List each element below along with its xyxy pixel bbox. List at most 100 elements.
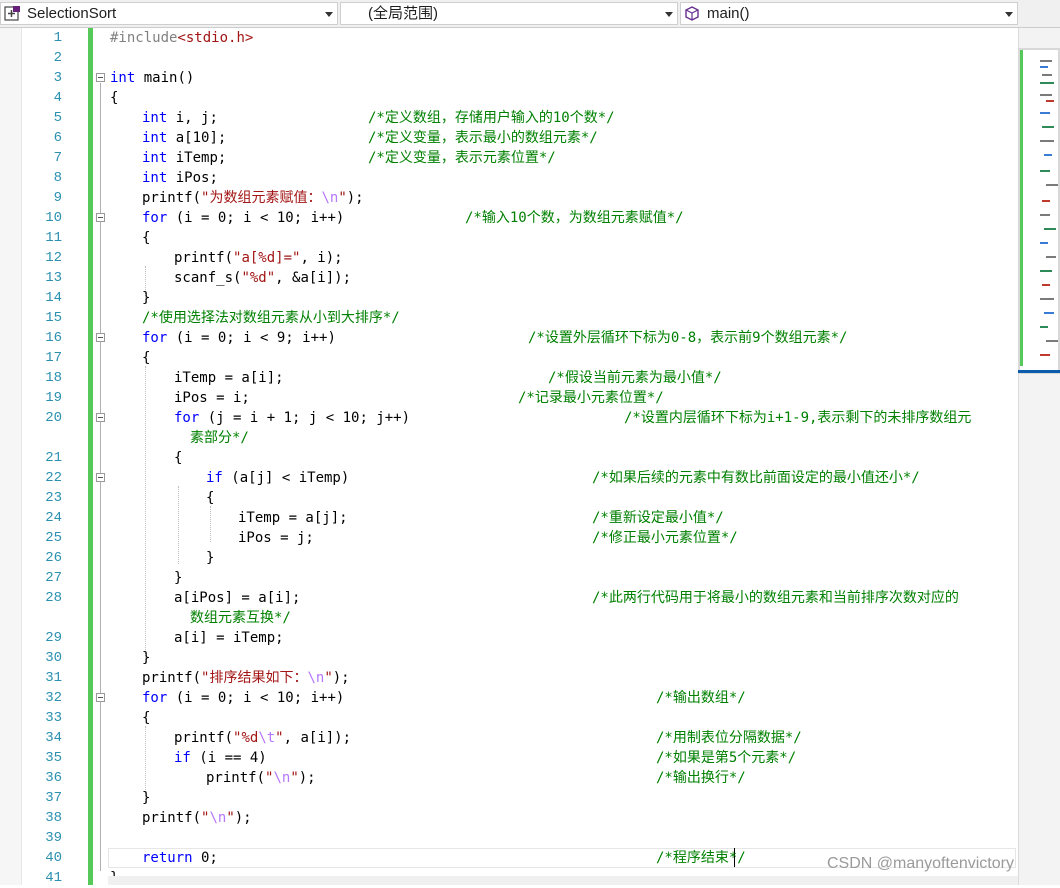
line-number: 1 bbox=[53, 30, 62, 46]
code-line-31[interactable]: printf("排序结果如下：\n"); bbox=[142, 668, 350, 688]
code-line-8[interactable]: int iPos; bbox=[142, 168, 218, 188]
code-line-5[interactable]: int i, j; bbox=[142, 108, 218, 128]
code-line-28[interactable]: a[iPos] = a[i]; bbox=[174, 588, 300, 608]
code-line-9[interactable]: printf("为数组元素赋值：\n"); bbox=[142, 188, 364, 208]
code-line-15[interactable]: /*使用选择法对数组元素从小到大排序*/ bbox=[142, 308, 400, 328]
code-line-17[interactable]: { bbox=[142, 348, 150, 368]
code-text: } bbox=[142, 790, 151, 806]
split-button[interactable] bbox=[1018, 2, 1060, 25]
keyword: for bbox=[142, 330, 168, 346]
project-dropdown[interactable]: SelectionSort bbox=[0, 2, 338, 25]
code-text: , a[i]); bbox=[283, 730, 352, 746]
line-number: 23 bbox=[45, 490, 62, 506]
code-editor[interactable]: 1 2 3 4 5 6 7 8 9 10 11 12 13 14 15 16 17 18 19 20 21 22 23 24 2… bbox=[0, 28, 1018, 886]
code-comment: /*输出数组*/ bbox=[656, 690, 746, 706]
code-line-16[interactable]: for (i = 0; i < 9; i++) bbox=[142, 328, 336, 348]
code-line-24[interactable]: iTemp = a[j]; bbox=[238, 508, 348, 528]
map-code-mark bbox=[1040, 270, 1052, 272]
code-line-14[interactable]: } bbox=[142, 288, 150, 308]
code-line-1[interactable]: #include<stdio.h> bbox=[110, 28, 253, 48]
map-code-mark bbox=[1040, 326, 1048, 328]
code-text: { bbox=[110, 90, 119, 106]
watermark: CSDN @manyoftenvictory bbox=[827, 855, 1014, 872]
code-line-32[interactable]: for (i = 0; i < 10; i++) bbox=[142, 688, 344, 708]
code-line-13[interactable]: scanf_s("%d", &a[i]); bbox=[174, 268, 351, 288]
horizontal-scrollbar[interactable] bbox=[108, 876, 1018, 885]
code-comment: /*定义数组，存储用户输入的10个数*/ bbox=[368, 110, 615, 126]
code-line-30[interactable]: } bbox=[142, 648, 150, 668]
code-line-10[interactable]: for (i = 0; i < 10; i++) bbox=[142, 208, 344, 228]
chevron-down-icon[interactable] bbox=[325, 12, 333, 17]
code-text: (i = 0; i < 10; i++) bbox=[167, 690, 345, 706]
code-text: { bbox=[174, 450, 183, 466]
code-line-36[interactable]: printf("\n"); bbox=[206, 768, 316, 788]
selection-margin[interactable] bbox=[0, 28, 22, 885]
indent-guide bbox=[210, 506, 211, 542]
scrollbar-map-thumb[interactable] bbox=[1018, 48, 1060, 374]
code-line-22[interactable]: if (a[j] < iTemp) bbox=[206, 468, 349, 488]
scope-dropdown[interactable]: (全局范围) bbox=[340, 2, 678, 25]
chevron-down-icon[interactable] bbox=[1005, 12, 1013, 17]
keyword: if bbox=[206, 470, 223, 486]
code-line-21[interactable]: { bbox=[174, 448, 182, 468]
code-text: printf( bbox=[142, 190, 202, 206]
code-line-18[interactable]: iTemp = a[i]; bbox=[174, 368, 284, 388]
line-number: 2 bbox=[53, 50, 62, 66]
code-line-11[interactable]: { bbox=[142, 228, 150, 248]
code-text: a[10]; bbox=[167, 130, 227, 146]
code-text: printf( bbox=[142, 810, 202, 826]
code-line-19[interactable]: iPos = i; bbox=[174, 388, 250, 408]
code-line-26[interactable]: } bbox=[206, 548, 214, 568]
code-line-33[interactable]: { bbox=[142, 708, 150, 728]
line-number: 5 bbox=[53, 110, 62, 126]
map-code-mark bbox=[1042, 284, 1050, 286]
code-comment: /*修正最小元素位置*/ bbox=[592, 530, 738, 546]
code-comment-wrap: 数组元素互换*/ bbox=[190, 610, 291, 626]
line-number: 9 bbox=[53, 190, 62, 206]
line-number: 25 bbox=[45, 530, 62, 546]
member-dropdown[interactable]: main() bbox=[680, 2, 1018, 25]
code-comment: /*定义变量，表示最小的数组元素*/ bbox=[368, 130, 598, 146]
collapse-for-icon[interactable] bbox=[96, 213, 105, 222]
code-line-40[interactable]: return 0; bbox=[142, 848, 218, 868]
line-number: 14 bbox=[45, 290, 62, 306]
collapse-for-icon[interactable] bbox=[96, 333, 105, 342]
line-number: 7 bbox=[53, 150, 62, 166]
code-line-25[interactable]: iPos = j; bbox=[238, 528, 314, 548]
indent-guide bbox=[178, 486, 179, 564]
collapse-if-icon[interactable] bbox=[96, 473, 105, 482]
code-line-29[interactable]: a[i] = iTemp; bbox=[174, 628, 284, 648]
code-comment: /*设置外层循环下标为0-8，表示前9个数组元素*/ bbox=[528, 330, 848, 346]
code-line-37[interactable]: } bbox=[142, 788, 150, 808]
keyword: if bbox=[174, 750, 191, 766]
member-label: main() bbox=[707, 5, 750, 22]
code-comment: /*设置内层循环下标为i+1-9,表示剩下的未排序数组元 bbox=[624, 410, 972, 426]
code-line-12[interactable]: printf("a[%d]=", i); bbox=[174, 248, 343, 268]
code-text: printf( bbox=[174, 250, 234, 266]
code-line-38[interactable]: printf("\n"); bbox=[142, 808, 252, 828]
keyword: for bbox=[142, 210, 168, 226]
string-literal: "排序结果如下： bbox=[201, 670, 308, 686]
collapse-for-icon[interactable] bbox=[96, 693, 105, 702]
keyword: int bbox=[142, 170, 168, 186]
code-line-3[interactable]: int main() bbox=[110, 68, 194, 88]
code-line-7[interactable]: int iTemp; bbox=[142, 148, 226, 168]
preprocessor-directive: #include bbox=[110, 30, 178, 46]
code-line-20[interactable]: for (j = i + 1; j < 10; j++) bbox=[174, 408, 410, 428]
code-comment-wrap: 素部分*/ bbox=[190, 430, 249, 446]
escape-sequence: \n bbox=[209, 810, 227, 826]
code-line-23[interactable]: { bbox=[206, 488, 214, 508]
keyword: int bbox=[142, 130, 168, 146]
map-code-mark bbox=[1040, 94, 1052, 96]
project-icon bbox=[4, 6, 20, 21]
code-line-6[interactable]: int a[10]; bbox=[142, 128, 226, 148]
collapse-main-icon[interactable] bbox=[96, 73, 105, 82]
code-line-4[interactable]: { bbox=[110, 88, 118, 108]
line-number: 29 bbox=[45, 630, 62, 646]
chevron-down-icon[interactable] bbox=[665, 12, 673, 17]
code-line-27[interactable]: } bbox=[174, 568, 182, 588]
code-line-34[interactable]: printf("%d\t", a[i]); bbox=[174, 728, 351, 748]
collapse-for-icon[interactable] bbox=[96, 413, 105, 422]
line-number: 31 bbox=[45, 670, 62, 686]
code-line-35[interactable]: if (i == 4) bbox=[174, 748, 267, 768]
